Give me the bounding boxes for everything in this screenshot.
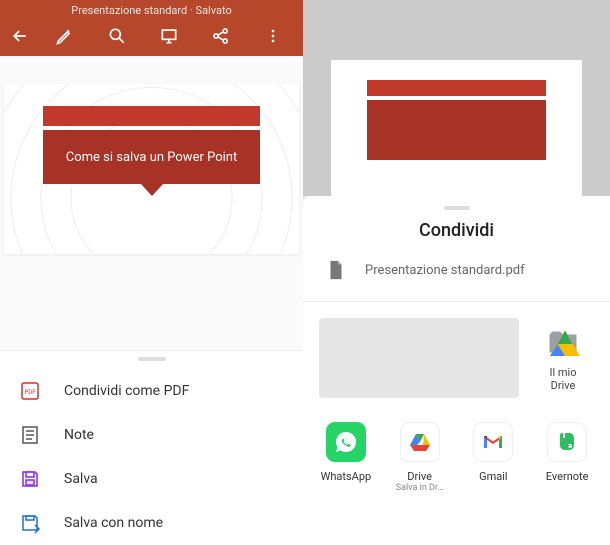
preview-area: [319, 318, 519, 398]
drive-target[interactable]: Il mio Drive: [533, 324, 593, 392]
menu-item-save-as[interactable]: Salva con nome: [0, 501, 303, 545]
toolbar: Presentazione standard · Salvato: [0, 0, 303, 56]
bottom-sheet-menu: PDF Condividi come PDF Note Salva Salva …: [0, 350, 303, 542]
slide-canvas[interactable]: Come si salva un Power Point: [0, 56, 303, 352]
app-evernote[interactable]: Evernote: [532, 422, 602, 493]
search-icon[interactable]: [105, 24, 129, 48]
folder-icon: [545, 324, 581, 360]
menu-label: Note: [64, 427, 94, 443]
gmail-icon: [473, 422, 513, 462]
drive-icon: [400, 422, 440, 462]
menu-item-notes[interactable]: Note: [0, 413, 303, 457]
slide-title: Come si salva un Power Point: [43, 130, 260, 184]
menu-item-share-pdf[interactable]: PDF Condividi come PDF: [0, 369, 303, 413]
save-icon: [18, 467, 42, 491]
menu-label: Condividi come PDF: [64, 383, 189, 399]
notes-icon: [18, 423, 42, 447]
evernote-icon: [547, 422, 587, 462]
file-name: Presentazione standard.pdf: [365, 263, 525, 278]
whatsapp-icon: [326, 422, 366, 462]
share-title: Condividi: [303, 220, 610, 241]
app-drive[interactable]: Drive Salva in Dr…: [385, 422, 455, 493]
menu-item-save[interactable]: Salva: [0, 457, 303, 501]
document-title: Presentazione standard · Salvato: [71, 4, 231, 17]
more-icon[interactable]: [261, 24, 285, 48]
menu-label: Salva con nome: [64, 515, 163, 531]
file-icon: [325, 259, 347, 281]
share-icon[interactable]: [209, 24, 233, 48]
svg-text:PDF: PDF: [24, 389, 36, 396]
slide-ribbon-top: [43, 106, 260, 126]
app-gmail[interactable]: Gmail: [458, 422, 528, 493]
back-icon[interactable]: [8, 24, 32, 48]
slide-preview: [331, 60, 582, 196]
share-sheet: Condividi Presentazione standard.pdf Il …: [303, 196, 610, 542]
app-whatsapp[interactable]: WhatsApp: [311, 422, 381, 493]
sheet-handle[interactable]: [444, 206, 470, 210]
sheet-handle[interactable]: [138, 357, 166, 361]
pdf-icon: PDF: [18, 379, 42, 403]
menu-label: Salva: [64, 471, 98, 487]
save-as-icon: [18, 511, 42, 535]
file-row[interactable]: Presentazione standard.pdf: [303, 259, 610, 301]
slide[interactable]: Come si salva un Power Point: [4, 84, 299, 254]
edit-icon[interactable]: [53, 24, 77, 48]
present-icon[interactable]: [157, 24, 181, 48]
